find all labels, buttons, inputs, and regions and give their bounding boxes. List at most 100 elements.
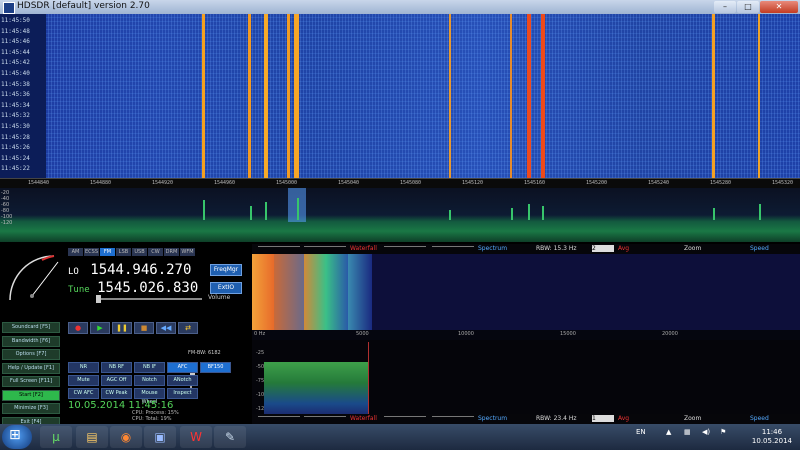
mode-usb-button[interactable]: USB <box>132 248 147 256</box>
minimize-button[interactable]: – <box>714 1 736 13</box>
side-button[interactable]: Start [F2] <box>2 389 60 401</box>
volume-slider[interactable] <box>96 295 202 303</box>
tray-arrow-icon[interactable]: ▲ <box>666 428 671 436</box>
dsp-button[interactable]: Mouse Wheel <box>134 388 165 405</box>
folder-icon[interactable]: ▤ <box>76 426 108 448</box>
hdsdr-icon[interactable]: ▣ <box>144 426 176 448</box>
window-title: HDSDR [default] version 2.70 <box>17 1 150 11</box>
code-app-icon[interactable]: W <box>180 426 212 448</box>
spectrum-label: Spectrum <box>478 245 508 252</box>
slider-track[interactable] <box>258 416 300 422</box>
slider-track[interactable] <box>432 416 474 422</box>
audio-waterfall[interactable] <box>252 254 800 330</box>
flag-icon[interactable]: ⚑ <box>720 428 726 436</box>
dsp-button[interactable]: Inspect <box>167 388 198 399</box>
signal-trace <box>712 14 715 178</box>
audio-band <box>304 254 348 330</box>
tune-frequency[interactable]: 1545.026.830 <box>97 280 198 296</box>
slider-track[interactable] <box>304 246 346 252</box>
dsp-button[interactable]: NB IF <box>134 362 165 373</box>
side-button[interactable]: Help / Update [F1] <box>2 362 60 374</box>
rewind-icon[interactable]: ◀◀ <box>156 322 176 334</box>
side-button[interactable]: Minimize [F3] <box>2 403 60 414</box>
rf-spectrum[interactable]: -20 -40 -60 -80 -100 -120 <box>0 188 800 242</box>
mode-wfm-button[interactable]: WFM <box>180 248 195 256</box>
audio-spectrum[interactable]: -25 -50 -75 -100 -125 <box>252 340 800 414</box>
tool-app-icon[interactable]: ✎ <box>214 426 246 448</box>
frequency-tick-label: 1544880 <box>90 180 112 186</box>
language-indicator[interactable]: EN <box>636 428 646 436</box>
mode-am-button[interactable]: AM <box>68 248 83 256</box>
avg-select[interactable]: 1 <box>592 415 614 422</box>
mode-drm-button[interactable]: DRM <box>164 248 179 256</box>
audio-tick-label: 0 Hz <box>254 331 266 337</box>
slider-track[interactable] <box>304 416 346 422</box>
mode-ecss-button[interactable]: ECSS <box>84 248 99 256</box>
avg-select[interactable]: 2 <box>592 245 614 252</box>
stop-icon[interactable]: ■ <box>134 322 154 334</box>
spectrum-peak <box>203 200 205 220</box>
dsp-button[interactable]: CW AFC <box>68 388 99 399</box>
play-icon[interactable]: ▶ <box>90 322 110 334</box>
taskbar-clock[interactable]: 11:46 10.05.2014 <box>752 428 792 446</box>
network-icon[interactable]: ▦ <box>684 428 691 436</box>
slider-track[interactable] <box>432 246 474 252</box>
dsp-button[interactable]: BF150 <box>200 362 231 373</box>
dsp-button[interactable]: Mute <box>68 375 99 386</box>
maximize-button[interactable]: □ <box>737 1 759 13</box>
lo-frequency[interactable]: 1544.946.270 <box>90 262 191 278</box>
mode-fm-button[interactable]: FM <box>100 248 115 256</box>
mode-selector[interactable]: AM ECSS FM LSB USB CW DRM WFM <box>68 248 195 256</box>
signal-trace <box>527 14 531 178</box>
audio-spectrum-fill <box>264 362 368 414</box>
audio-frequency-scale[interactable]: 0 Hz 5000 10000 15000 20000 <box>252 330 800 340</box>
dsp-button[interactable]: AGC Off <box>101 375 132 386</box>
pause-icon[interactable]: ❚❚ <box>112 322 132 334</box>
lo-display[interactable]: LO 1544.946.270 <box>68 262 191 278</box>
time-label: 11:45:30 <box>1 123 30 130</box>
dsp-button[interactable]: NB RF <box>101 362 132 373</box>
dsp-button[interactable]: ANotch <box>167 375 198 386</box>
time-label: 11:45:34 <box>1 101 30 109</box>
volume-tray-icon[interactable]: ◀) <box>702 428 710 436</box>
app-icon <box>3 2 15 14</box>
frequency-tick-label: 1544840 <box>28 180 50 186</box>
slider-track[interactable] <box>384 416 426 422</box>
side-button[interactable]: Options [F7] <box>2 349 60 360</box>
signal-trace <box>248 14 251 178</box>
audio-band <box>348 254 372 330</box>
rbw-label[interactable]: RBW: 23.4 Hz <box>536 415 577 422</box>
frequency-tick-label: 1545000 <box>276 180 298 186</box>
avg-label: Avg <box>618 415 630 422</box>
record-icon[interactable]: ● <box>68 322 88 334</box>
slider-track[interactable] <box>258 246 300 252</box>
filter-edge-marker[interactable] <box>368 342 369 414</box>
mode-lsb-button[interactable]: LSB <box>116 248 131 256</box>
close-button[interactable]: ✕ <box>760 1 798 13</box>
zoom-label: Zoom <box>684 245 702 252</box>
tune-display[interactable]: Tune 1545.026.830 <box>68 280 198 296</box>
freqmgr-button[interactable]: FreqMgr <box>210 264 242 276</box>
audio-tick-label: 10000 <box>458 331 474 337</box>
time-label: 11:45:26 <box>1 144 30 152</box>
loop-icon[interactable]: ⇄ <box>178 322 198 334</box>
start-button[interactable] <box>2 425 32 449</box>
dsp-button[interactable]: NR <box>68 362 99 373</box>
rbw-label[interactable]: RBW: 15.3 Hz <box>536 245 577 252</box>
zoom-label: Zoom <box>684 415 702 422</box>
slider-track[interactable] <box>384 246 426 252</box>
dsp-button[interactable]: AFC <box>167 362 198 373</box>
dsp-button[interactable]: CW Peak <box>101 388 132 399</box>
rf-waterfall[interactable]: 11:45:50 11:45:48 11:45:46 11:45:44 11:45:42… <box>0 14 800 178</box>
side-button[interactable]: Bandwidth [F6] <box>2 335 60 347</box>
side-button[interactable]: Soundcard [F5] <box>2 322 60 333</box>
spectrum-peak <box>542 206 544 220</box>
extio-button[interactable]: ExtIO <box>210 282 242 294</box>
mode-cw-button[interactable]: CW <box>148 248 163 256</box>
firefox-icon[interactable]: ◉ <box>110 426 142 448</box>
db-label: -120 <box>1 220 13 226</box>
signal-trace <box>449 14 451 178</box>
dsp-button[interactable]: Notch <box>134 375 165 386</box>
utorrent-icon[interactable]: µ <box>40 426 72 448</box>
side-button[interactable]: Full Screen [F11] <box>2 376 60 387</box>
